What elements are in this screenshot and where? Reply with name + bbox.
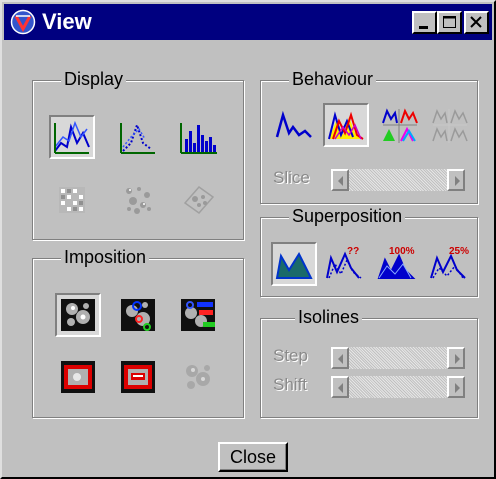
close-icon bbox=[470, 16, 482, 28]
behaviour-tiled-button[interactable] bbox=[377, 103, 423, 147]
percent-100-icon: 100% bbox=[377, 246, 416, 279]
imposition-labels-button[interactable] bbox=[175, 293, 221, 337]
bar-histogram-icon bbox=[180, 123, 217, 154]
display-surface-button[interactable] bbox=[49, 115, 95, 159]
filled-area-icon bbox=[275, 251, 313, 279]
display-bars-button[interactable] bbox=[175, 115, 221, 159]
step-scrollbar[interactable] bbox=[331, 347, 465, 369]
triangle-left-icon bbox=[338, 176, 343, 186]
question-overlay-icon: ?? bbox=[326, 246, 362, 279]
imposition-group-label: Imposition bbox=[61, 246, 150, 268]
overlay-spectra-icon bbox=[328, 111, 364, 140]
imposition-disabled-button[interactable] bbox=[175, 355, 221, 399]
step-scroll-right-button[interactable] bbox=[447, 347, 465, 369]
map-circles-icon bbox=[121, 299, 155, 331]
map-labels-icon bbox=[181, 299, 215, 331]
percent-25-badge: 25% bbox=[449, 246, 469, 257]
red-frame-label-icon bbox=[121, 361, 155, 393]
superposition-group-label: Superposition bbox=[289, 205, 406, 227]
imposition-red-label-button[interactable] bbox=[115, 355, 161, 399]
red-frame-icon bbox=[61, 361, 95, 393]
tiled-gray-spectra-icon bbox=[432, 109, 468, 143]
gray-map-disabled-icon bbox=[186, 365, 210, 389]
behaviour-overlay-button[interactable] bbox=[323, 103, 369, 147]
triangle-left-icon bbox=[338, 354, 343, 364]
superposition-filled-button[interactable] bbox=[271, 242, 317, 286]
dotted-peak-icon bbox=[120, 121, 155, 154]
imposition-circles-button[interactable] bbox=[115, 293, 161, 337]
close-button[interactable]: Close bbox=[218, 442, 288, 472]
minimize-icon bbox=[419, 26, 428, 29]
behaviour-group: Behaviour Slice bbox=[260, 68, 478, 204]
shift-scroll-right-button[interactable] bbox=[447, 376, 465, 398]
isolines-group-label: Isolines bbox=[295, 306, 363, 328]
percent-100-badge: 100% bbox=[389, 246, 415, 257]
imposition-gray-button[interactable] bbox=[55, 293, 101, 337]
display-group: Display bbox=[32, 68, 244, 240]
window-title: View bbox=[42, 9, 92, 34]
shift-scroll-left-button[interactable] bbox=[331, 376, 349, 398]
question-badge: ?? bbox=[347, 246, 359, 257]
step-label: Step bbox=[273, 346, 308, 365]
superposition-question-button[interactable]: ?? bbox=[321, 242, 367, 286]
surface-plot-icon bbox=[54, 120, 90, 154]
display-rotated-button[interactable] bbox=[175, 177, 221, 221]
superposition-25-button[interactable]: 25% bbox=[425, 242, 471, 286]
triangle-right-icon bbox=[455, 383, 460, 393]
title-bar[interactable]: View bbox=[4, 4, 492, 40]
isolines-group: Isolines Step Shift bbox=[260, 306, 478, 418]
grid-matrix-icon bbox=[59, 187, 85, 213]
maximize-icon bbox=[443, 16, 456, 28]
minimize-button[interactable] bbox=[412, 11, 437, 34]
imposition-red-frame-button[interactable] bbox=[55, 355, 101, 399]
shift-label: Shift bbox=[273, 375, 308, 394]
behaviour-single-button[interactable] bbox=[271, 103, 317, 147]
rotated-map-icon bbox=[183, 185, 215, 215]
display-scatter-button[interactable] bbox=[115, 177, 161, 221]
superposition-100-button[interactable]: 100% bbox=[373, 242, 419, 286]
superposition-group: Superposition ?? 100% 25% bbox=[260, 205, 478, 297]
triangle-left-icon bbox=[338, 383, 343, 393]
view-app-icon[interactable] bbox=[10, 9, 36, 35]
behaviour-tiled-gray-button[interactable] bbox=[427, 103, 473, 147]
behaviour-group-label: Behaviour bbox=[289, 68, 377, 90]
display-dotted-button[interactable] bbox=[115, 115, 161, 159]
view-window: View Display Imposition Behaviour Slice … bbox=[0, 0, 496, 479]
slice-scrollbar[interactable] bbox=[331, 169, 465, 191]
scatter-map-icon bbox=[126, 187, 151, 214]
imposition-group: Imposition bbox=[32, 246, 244, 418]
percent-25-icon: 25% bbox=[430, 246, 469, 279]
step-scroll-left-button[interactable] bbox=[331, 347, 349, 369]
display-group-label: Display bbox=[61, 68, 127, 90]
slice-scroll-left-button[interactable] bbox=[331, 169, 349, 191]
slice-scroll-right-button[interactable] bbox=[447, 169, 465, 191]
single-spectrum-icon bbox=[275, 110, 312, 138]
tiled-spectra-icon bbox=[382, 108, 418, 143]
gray-map-icon bbox=[61, 299, 95, 331]
maximize-button[interactable] bbox=[437, 11, 462, 34]
window-close-button[interactable] bbox=[464, 11, 489, 34]
triangle-right-icon bbox=[455, 176, 460, 186]
slice-label: Slice bbox=[273, 168, 310, 187]
display-grid-button[interactable] bbox=[49, 177, 95, 221]
shift-scrollbar[interactable] bbox=[331, 376, 465, 398]
triangle-right-icon bbox=[455, 354, 460, 364]
